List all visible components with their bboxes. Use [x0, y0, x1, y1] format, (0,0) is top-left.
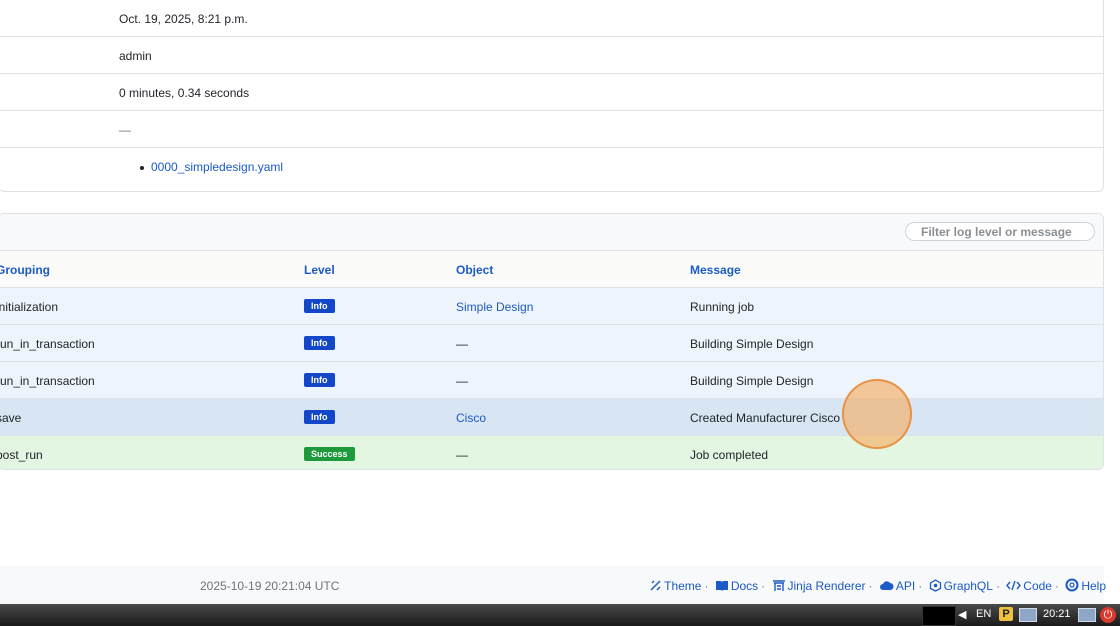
- object-cell: Cisco: [456, 411, 486, 425]
- detail-row-created: Oct. 19, 2025, 8:21 p.m.: [0, 0, 1103, 37]
- level-badge: Info: [304, 410, 335, 424]
- footer-separator: ·: [704, 579, 709, 593]
- list-bullet: [140, 166, 144, 170]
- graphql-icon: [929, 579, 942, 595]
- code-icon: [1006, 579, 1022, 595]
- file-list-item: 0000_simpledesign.yaml: [151, 160, 283, 174]
- footer-link-graphql[interactable]: GraphQL: [944, 579, 993, 593]
- footer-separator: ·: [868, 579, 873, 593]
- job-detail-card: Oct. 19, 2025, 8:21 p.m. admin 0 minutes…: [0, 0, 1104, 192]
- app-tray-icon[interactable]: P: [999, 607, 1013, 621]
- log-filter-input[interactable]: [905, 222, 1095, 241]
- table-row: initialization Info Simple Design Runnin…: [0, 288, 1103, 325]
- footer-link-docs[interactable]: Docs: [731, 579, 758, 593]
- footer-timestamp: 2025-10-19 20:21:04 UTC: [200, 579, 340, 593]
- detail-row-user: admin: [0, 37, 1103, 74]
- table-row: save Info Cisco Created Manufacturer Cis…: [0, 399, 1103, 436]
- page-footer: 2025-10-19 20:21:04 UTC Theme · Docs · Jin…: [0, 566, 1106, 604]
- column-header-grouping[interactable]: Grouping: [0, 263, 50, 277]
- grouping-cell: post_run: [0, 448, 43, 462]
- level-badge: Success: [304, 447, 355, 461]
- job-log-card: Grouping Level Object Message initializa…: [0, 213, 1104, 470]
- cursor-highlight: [842, 379, 912, 449]
- detail-row-data: —: [0, 111, 1103, 148]
- footer-link-code[interactable]: Code: [1023, 579, 1052, 593]
- message-cell: Building Simple Design: [690, 374, 814, 388]
- power-icon[interactable]: ⏻: [1100, 607, 1116, 623]
- book-icon: [715, 579, 729, 595]
- theme-icon: [649, 579, 662, 595]
- column-header-level[interactable]: Level: [304, 263, 335, 277]
- detail-row-files: 0000_simpledesign.yaml: [0, 148, 1103, 192]
- file-link[interactable]: 0000_simpledesign.yaml: [151, 160, 283, 174]
- log-toolbar: [0, 214, 1103, 251]
- level-badge: Info: [304, 373, 335, 387]
- message-cell: Created Manufacturer Cisco: [690, 411, 841, 425]
- jinja-icon: [772, 579, 786, 595]
- footer-separator: ·: [918, 579, 923, 593]
- keyboard-layout-indicator[interactable]: EN: [976, 608, 991, 624]
- help-icon: [1065, 578, 1079, 595]
- log-table-header: Grouping Level Object Message: [0, 251, 1103, 288]
- grouping-cell: run_in_transaction: [0, 337, 95, 351]
- cpu-monitor: [922, 606, 956, 626]
- object-cell: —: [456, 448, 468, 462]
- object-cell: Simple Design: [456, 300, 533, 314]
- level-badge: Info: [304, 336, 335, 350]
- object-cell: —: [456, 337, 468, 351]
- table-row: run_in_transaction Info — Building Simpl…: [0, 362, 1103, 399]
- network-icon[interactable]: [1019, 608, 1037, 622]
- footer-separator: ·: [761, 579, 766, 593]
- object-cell: —: [456, 374, 468, 388]
- column-header-object[interactable]: Object: [456, 263, 493, 277]
- speaker-icon[interactable]: ◀: [958, 608, 966, 624]
- grouping-cell: initialization: [0, 300, 59, 314]
- created-value: Oct. 19, 2025, 8:21 p.m.: [119, 12, 248, 26]
- duration-value: 0 minutes, 0.34 seconds: [119, 86, 250, 100]
- column-header-message[interactable]: Message: [690, 263, 741, 277]
- clock[interactable]: 20:21: [1043, 608, 1071, 624]
- footer-links: Theme · Docs · Jinja Renderer · API · GraphQ…: [649, 578, 1106, 595]
- grouping-cell: run_in_transaction: [0, 374, 95, 388]
- footer-link-jinja-renderer[interactable]: Jinja Renderer: [788, 579, 866, 593]
- object-link[interactable]: Cisco: [456, 411, 486, 425]
- footer-link-theme[interactable]: Theme: [664, 579, 701, 593]
- user-value: admin: [119, 49, 152, 63]
- grouping-cell: save: [0, 411, 22, 425]
- detail-row-duration: 0 minutes, 0.34 seconds: [0, 74, 1103, 111]
- message-cell: Building Simple Design: [690, 337, 814, 351]
- data-value: —: [119, 123, 131, 137]
- object-link[interactable]: Simple Design: [456, 300, 533, 314]
- message-cell: Running job: [690, 300, 755, 314]
- level-badge: Info: [304, 299, 335, 313]
- footer-link-api[interactable]: API: [896, 579, 915, 593]
- cloud-icon: [879, 579, 894, 595]
- footer-separator: ·: [1054, 579, 1059, 593]
- footer-link-help[interactable]: Help: [1081, 579, 1106, 593]
- table-row: run_in_transaction Info — Building Simpl…: [0, 325, 1103, 362]
- system-taskbar: ◀ EN P 20:21 ⏻: [0, 604, 1120, 626]
- message-cell: Job completed: [690, 448, 769, 462]
- table-row: post_run Success — Job completed: [0, 436, 1103, 469]
- footer-separator: ·: [995, 579, 1000, 593]
- display-icon[interactable]: [1078, 608, 1096, 622]
